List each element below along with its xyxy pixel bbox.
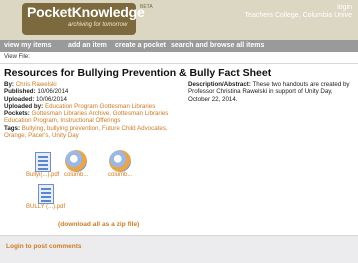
uploaded-date: 10/06/2014 [35, 95, 67, 103]
document-file-icon[interactable] [109, 150, 132, 172]
document-file-icon[interactable] [65, 150, 88, 172]
uploader-link[interactable]: Education Program Gottesman Libraries [45, 103, 155, 110]
main-content: Resources for Bullying Prevention & Bull… [0, 64, 358, 235]
logo-tagline: archiving for tomorrow [68, 22, 128, 28]
file-label[interactable]: columb... [64, 172, 88, 178]
file-label[interactable]: BULLY (...).pdf [26, 204, 65, 210]
nav-search-and-browse[interactable]: search and browse all items [171, 42, 264, 49]
pdf-file-icon[interactable] [34, 152, 51, 172]
download-zip-link[interactable]: (download all as a zip file) [58, 221, 139, 228]
description: Description/Abstract: These two handouts… [188, 81, 354, 103]
pockets-label: Pockets: [4, 110, 30, 118]
breadcrumb: View File: [4, 54, 30, 60]
nav-add-an-item[interactable]: add an item [68, 42, 107, 49]
file-label[interactable]: columb... [108, 172, 132, 178]
header: PocketKnowledge archiving for tomorrow B… [0, 0, 358, 40]
login-to-comment-link[interactable]: Login to post comments [6, 243, 81, 250]
uploaded-by-row: Uploaded by: Education Program Gottesman… [4, 103, 189, 110]
file-item[interactable]: Bullyi(...).pdf [26, 152, 59, 178]
tags-row: Tags: Bullying, bullying prevention, Fut… [4, 125, 189, 140]
by-label: By: [4, 81, 14, 88]
pockets-row: Pockets: Gottesman Libraries Archive, Go… [4, 110, 189, 125]
tags-links[interactable]: Bullying, bullying prevention, Future Ch… [4, 125, 168, 139]
breadcrumb-bar: View File: [0, 52, 358, 64]
main-nav: view my items add an item create a pocke… [0, 40, 358, 52]
by-row: By: Chris Rawelski [4, 81, 189, 88]
file-label[interactable]: Bullyi(...).pdf [26, 172, 59, 178]
nav-view-my-items[interactable]: view my items [4, 42, 51, 49]
tags-label: Tags: [4, 124, 21, 132]
uploaded-label: Uploaded: [4, 95, 35, 103]
item-metadata: By: Chris Rawelski Published: 10/06/2014… [4, 81, 189, 139]
uploaded-by-label: Uploaded by: [4, 102, 44, 110]
pdf-file-icon[interactable] [37, 184, 54, 204]
logo-text[interactable]: PocketKnowledge [27, 4, 145, 20]
published-date: 10/06/2014 [37, 88, 69, 96]
published-label: Published: [4, 88, 36, 96]
comments-section: Login to post comments [0, 235, 358, 263]
institution-link[interactable]: Teachers College, Columbia Unive [245, 12, 352, 19]
login-link[interactable]: login [337, 4, 352, 11]
nav-create-a-pocket[interactable]: create a pocket [115, 42, 166, 49]
file-item[interactable]: BULLY (...).pdf [26, 184, 65, 210]
description-label: Description/Abstract: [188, 81, 251, 88]
file-item[interactable]: columb... [108, 150, 132, 178]
beta-badge: BETA [140, 4, 153, 10]
file-item[interactable]: columb... [64, 150, 88, 178]
author-link[interactable]: Chris Rawelski [16, 81, 57, 88]
uploaded-row: Uploaded: 10/06/2014 [4, 96, 189, 103]
page-title: Resources for Bullying Prevention & Bull… [4, 67, 272, 79]
published-row: Published: 10/06/2014 [4, 88, 189, 95]
